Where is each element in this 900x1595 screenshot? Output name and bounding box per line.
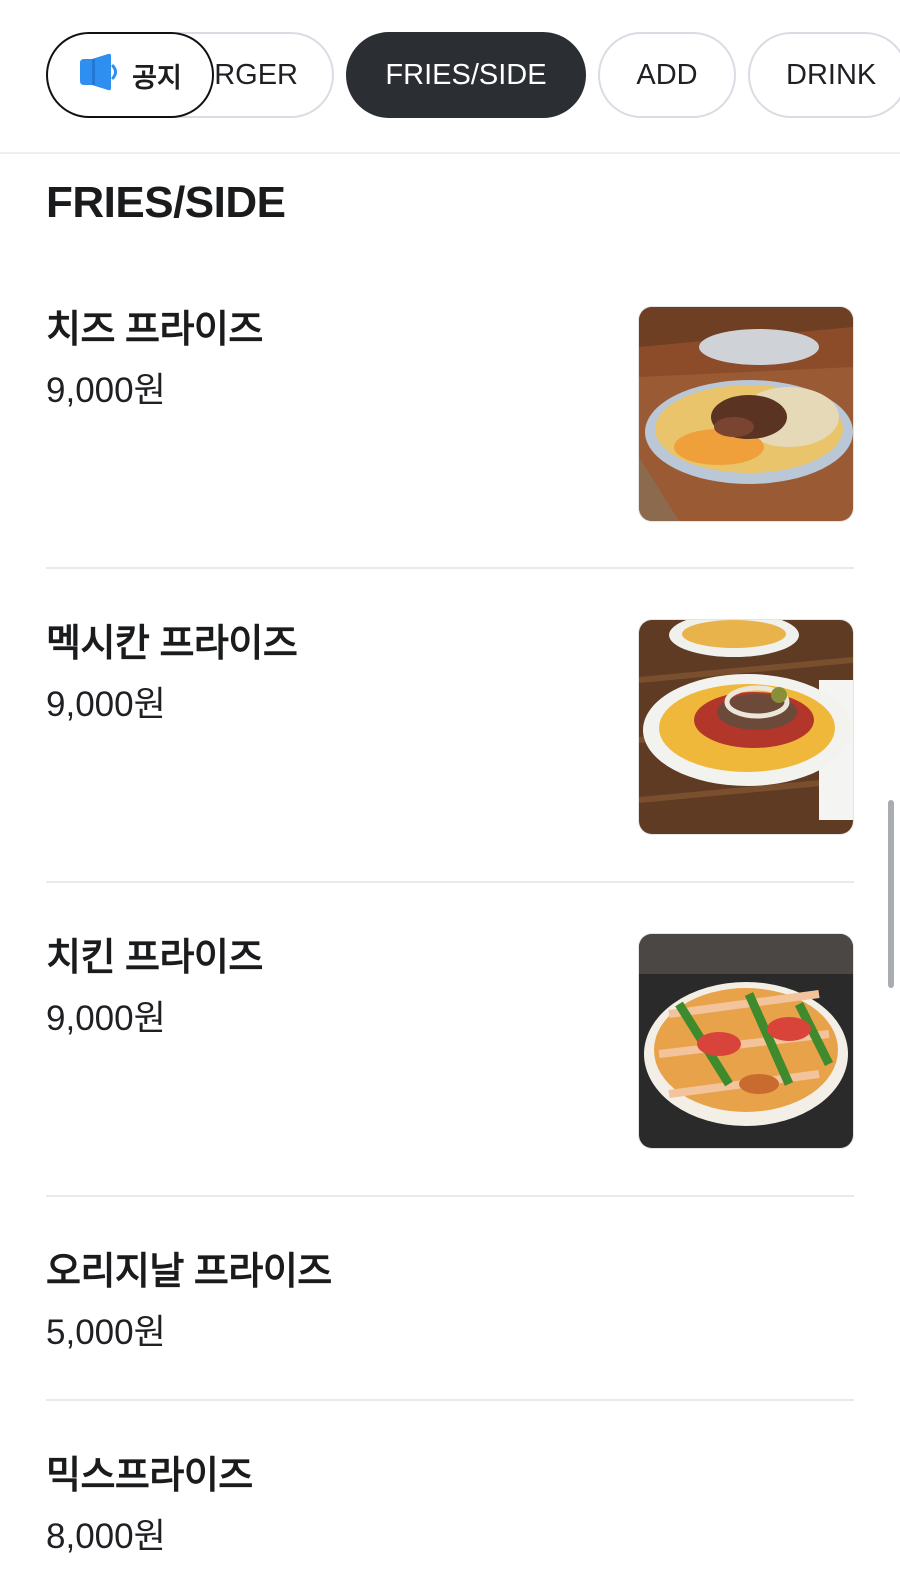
item-price: 5,000원 xyxy=(46,1313,166,1352)
tab-add[interactable]: ADD xyxy=(598,32,736,118)
tab-label: ADD xyxy=(636,58,698,91)
tab-drink[interactable]: DRINK xyxy=(748,32,900,118)
megaphone-icon xyxy=(78,53,120,98)
item-price: 9,000원 xyxy=(46,999,166,1038)
item-image xyxy=(638,306,854,522)
item-name: 멕시칸 프라이즈 xyxy=(46,623,298,665)
item-price: 9,000원 xyxy=(46,685,166,724)
item-divider xyxy=(46,881,854,883)
tab-fries-side[interactable]: FRIES/SIDE xyxy=(346,32,586,118)
item-name: 치킨 프라이즈 xyxy=(46,937,263,979)
scrollbar[interactable] xyxy=(888,800,894,988)
item-divider xyxy=(46,1399,854,1401)
item-name: 치즈 프라이즈 xyxy=(46,309,263,351)
tab-label: FRIES/SIDE xyxy=(385,58,547,91)
item-image xyxy=(638,933,854,1149)
notice-label: 공지 xyxy=(132,62,182,93)
item-name: 오리지날 프라이즈 xyxy=(46,1251,332,1293)
section-title: FRIES/SIDE xyxy=(46,178,286,227)
item-name: 믹스프라이즈 xyxy=(46,1455,253,1497)
menu-item[interactable]: 오리지날 프라이즈 5,000원 xyxy=(46,1240,854,1360)
category-tab-bar: RGER FRIES/SIDE ADD DRINK 공지 xyxy=(0,0,900,154)
item-divider xyxy=(46,1195,854,1197)
tab-label: DRINK xyxy=(786,58,877,91)
item-divider xyxy=(46,567,854,569)
notice-button[interactable]: 공지 xyxy=(46,32,214,118)
tab-label: RGER xyxy=(214,58,298,91)
item-price: 8,000원 xyxy=(46,1517,166,1556)
item-image xyxy=(638,619,854,835)
item-price: 9,000원 xyxy=(46,371,166,410)
menu-item[interactable]: 믹스프라이즈 8,000원 xyxy=(46,1444,854,1564)
